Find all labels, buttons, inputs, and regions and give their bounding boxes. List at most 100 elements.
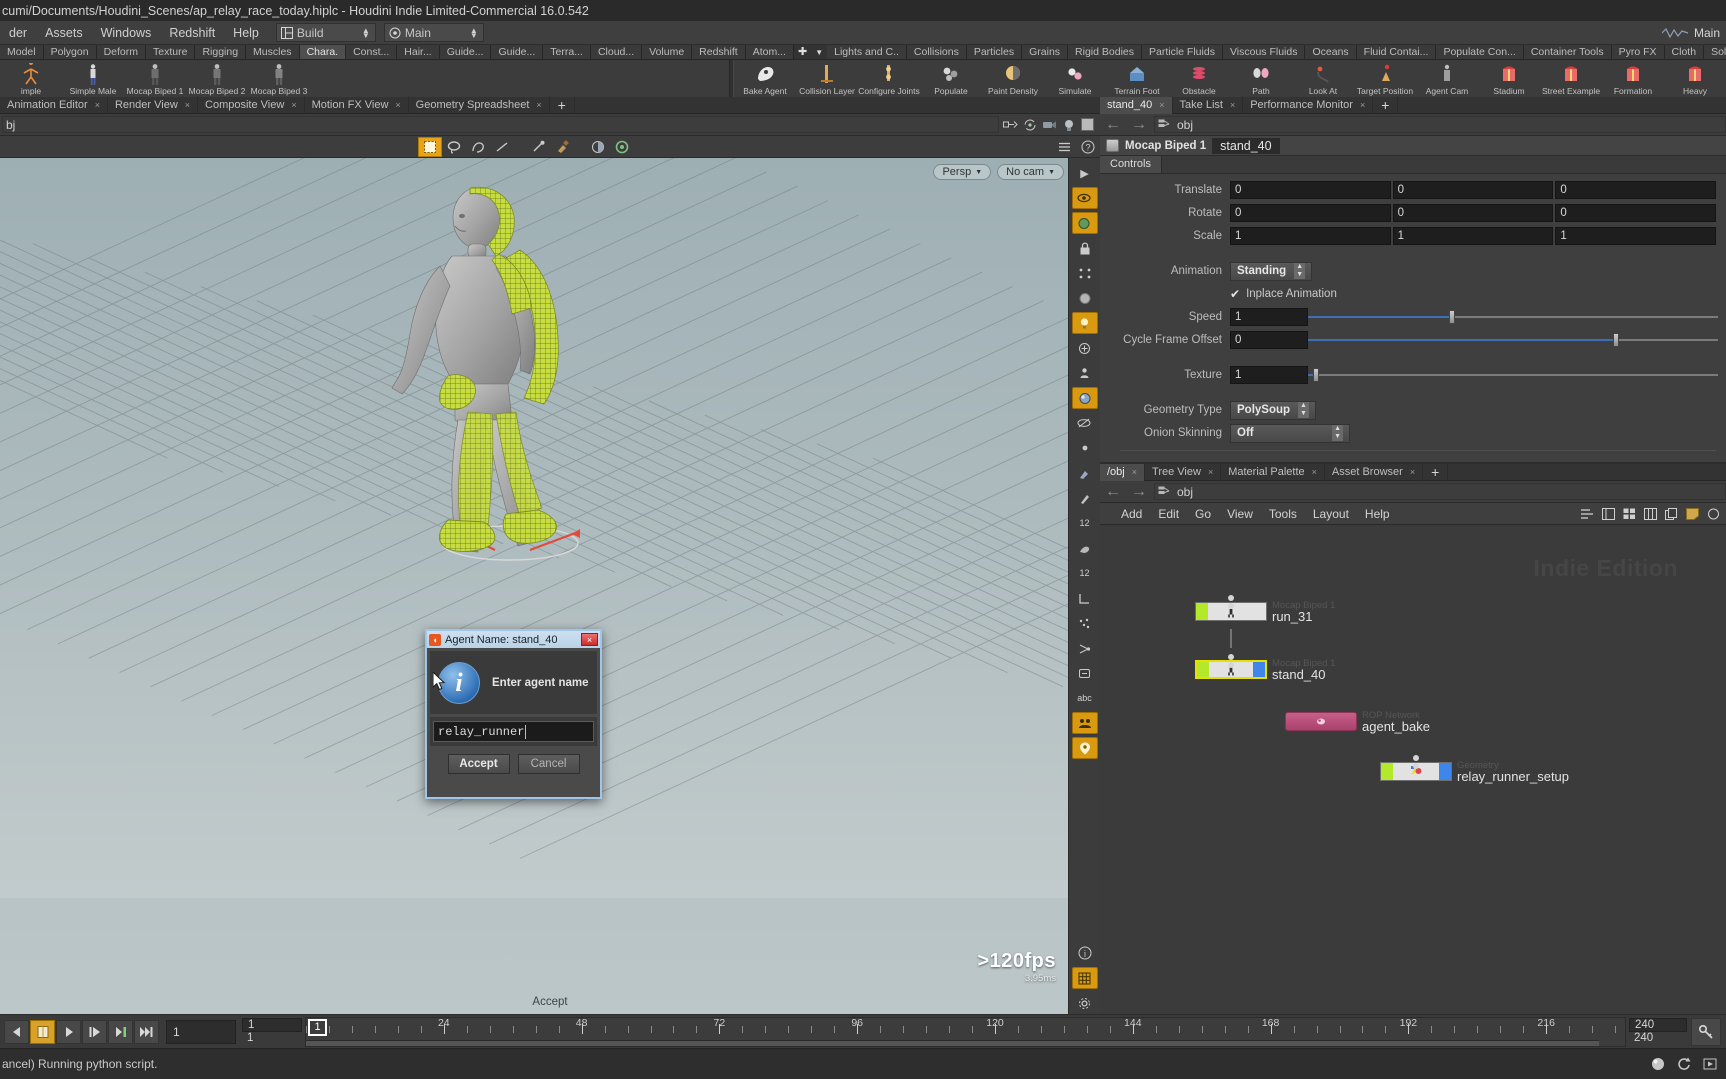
agent-name-input[interactable]: relay_runner	[433, 721, 594, 742]
select-tool-icon[interactable]	[418, 136, 442, 157]
handle-tool-icon[interactable]	[526, 137, 550, 157]
viewport-menu-icon[interactable]	[1052, 137, 1076, 157]
close-icon[interactable]: ×	[185, 97, 190, 114]
timeline-ruler[interactable]: 24 48 72 96 120 144 168 192 216 1	[305, 1016, 1626, 1047]
scene-viewport[interactable]: Persp ▼ No cam ▼ >120fps 3.95ms Accept ▶	[0, 158, 1100, 1014]
network-more-icon[interactable]	[1707, 508, 1720, 520]
rail-pin-icon[interactable]	[1071, 737, 1098, 759]
node-input-connector[interactable]	[1228, 653, 1234, 660]
close-icon[interactable]: ×	[536, 97, 541, 114]
rail-text-icon[interactable]	[1072, 662, 1098, 684]
shelf-tab-3[interactable]: Grains	[1022, 45, 1069, 59]
viewport-tab-2[interactable]: Composite View ×	[198, 96, 305, 114]
network-grid-icon[interactable]	[1623, 508, 1636, 520]
shelf-tab-0[interactable]: Model	[0, 45, 44, 59]
params-path-field[interactable]: obj	[1154, 116, 1726, 133]
params-tab-0[interactable]: stand_40 ×	[1100, 96, 1173, 114]
close-icon[interactable]: ×	[1132, 464, 1137, 481]
close-icon[interactable]: ×	[95, 97, 100, 114]
range-end-field-2[interactable]: 240	[1629, 1032, 1687, 1046]
range-start-field-2[interactable]: 1	[242, 1031, 302, 1046]
timeline-playhead[interactable]: 1	[308, 1018, 327, 1036]
node-output-connector[interactable]	[1228, 602, 1234, 609]
rail-lock-icon[interactable]	[1072, 237, 1098, 259]
status-sphere-icon[interactable]	[1650, 1056, 1666, 1072]
layout-selector[interactable]: Main ▲ ▼	[383, 23, 484, 42]
node-output-connector[interactable]	[1228, 661, 1234, 668]
rail-sculpt-icon[interactable]	[1072, 537, 1098, 559]
shelf-tab-9[interactable]: Guide...	[439, 45, 492, 59]
shelf-tab-14[interactable]: Redshift	[692, 45, 746, 59]
shelf-tab-1[interactable]: Polygon	[43, 45, 97, 59]
shelf-tab-13[interactable]: Volume	[642, 45, 693, 59]
stop-button[interactable]	[30, 1019, 55, 1044]
rail-eye-off-icon[interactable]	[1072, 412, 1098, 434]
rail-material-icon[interactable]	[1071, 387, 1098, 409]
rail-light-icon[interactable]	[1071, 312, 1098, 334]
shelf-tab-4[interactable]: Rigging	[195, 45, 247, 59]
viewport-add-tab[interactable]: +	[550, 96, 575, 114]
camera-selector[interactable]: No cam ▼	[997, 164, 1064, 180]
speed-field[interactable]: 1	[1230, 308, 1308, 326]
close-icon[interactable]: ×	[291, 97, 296, 114]
network-tab-2[interactable]: Material Palette ×	[1221, 463, 1325, 481]
rotate-field-2[interactable]: 0	[1555, 204, 1717, 222]
close-icon[interactable]: ×	[1360, 97, 1365, 114]
step-back-button[interactable]	[4, 1019, 29, 1044]
light-icon[interactable]	[1062, 118, 1076, 132]
close-icon[interactable]: ×	[395, 97, 400, 114]
key-tool-button[interactable]	[1691, 1017, 1721, 1046]
range-end-field[interactable]: 240	[1629, 1017, 1687, 1032]
texture-field[interactable]: 1	[1230, 366, 1308, 384]
node-display-flag[interactable]	[1197, 661, 1209, 677]
param-node-name[interactable]: stand_40	[1212, 137, 1280, 154]
node-box[interactable]	[1285, 711, 1357, 731]
animation-dropdown[interactable]: Standing ▲ ▼	[1230, 261, 1313, 281]
node-input-connector[interactable]	[1228, 594, 1234, 601]
timeline-scrollbar[interactable]	[306, 1039, 1599, 1046]
shelf-menu-icon[interactable]: ▼	[811, 45, 827, 59]
net-forward-icon[interactable]: →	[1128, 483, 1150, 501]
network-node-relay_runner_setup[interactable]: Geometry relay_runner_setup	[1380, 754, 1569, 783]
status-refresh-icon[interactable]	[1676, 1056, 1692, 1072]
speed-slider[interactable]	[1308, 308, 1718, 326]
viewport-tab-1[interactable]: Render View ×	[108, 96, 199, 114]
network-copy-icon[interactable]	[1665, 507, 1678, 520]
rail-ghost-icon[interactable]	[1071, 212, 1098, 234]
shelf-tab-10[interactable]: Container Tools	[1523, 45, 1612, 59]
shelf-tab-7[interactable]: Const...	[346, 45, 398, 59]
rail-settings-icon[interactable]	[1072, 992, 1098, 1014]
shelf-tab-11[interactable]: Terra...	[543, 45, 591, 59]
shelf-tab-9[interactable]: Populate Con...	[1436, 45, 1524, 59]
network-menu-edit[interactable]: Edit	[1151, 503, 1186, 525]
shelf-add-icon[interactable]: ✚	[794, 45, 811, 59]
node-box[interactable]	[1195, 594, 1267, 621]
translate-field-0[interactable]: 0	[1230, 181, 1391, 199]
scale-field-1[interactable]: 1	[1392, 227, 1554, 245]
rail-measure2-icon[interactable]: 12	[1072, 562, 1098, 584]
network-path-field[interactable]: obj	[1154, 483, 1726, 500]
node-output-connector[interactable]	[1413, 762, 1419, 769]
menu-item-windows[interactable]: Windows	[92, 21, 161, 45]
shelf-tab-11[interactable]: Pyro FX	[1611, 45, 1665, 59]
close-icon[interactable]: ×	[1230, 97, 1235, 114]
net-back-icon[interactable]: ←	[1102, 483, 1124, 501]
rail-agent-icon[interactable]	[1072, 362, 1098, 384]
network-tab-3[interactable]: Asset Browser ×	[1325, 463, 1424, 481]
network-add-tab[interactable]: +	[1423, 463, 1449, 481]
viewport-tab-4[interactable]: Geometry Spreadsheet ×	[409, 96, 550, 114]
texture-slider[interactable]	[1308, 366, 1718, 384]
rail-sphere-icon[interactable]	[1072, 287, 1098, 309]
accept-button[interactable]: Accept	[447, 754, 510, 774]
shelf-tab-5[interactable]: Muscles	[246, 45, 300, 59]
cycle-offset-slider[interactable]	[1308, 331, 1718, 349]
menu-item-redshift[interactable]: Redshift	[160, 21, 224, 45]
shelf-tab-3[interactable]: Texture	[146, 45, 196, 59]
shelf-tab-12[interactable]: Cloth	[1664, 45, 1705, 59]
chevron-updown-icon[interactable]: ▲ ▼	[361, 26, 371, 39]
rail-pen-icon[interactable]	[1072, 487, 1098, 509]
network-menu-layout[interactable]: Layout	[1306, 503, 1356, 525]
rail-scatter-icon[interactable]	[1072, 612, 1098, 634]
network-tab-1[interactable]: Tree View ×	[1145, 463, 1222, 481]
shelf-tab-5[interactable]: Particle Fluids	[1142, 45, 1223, 59]
